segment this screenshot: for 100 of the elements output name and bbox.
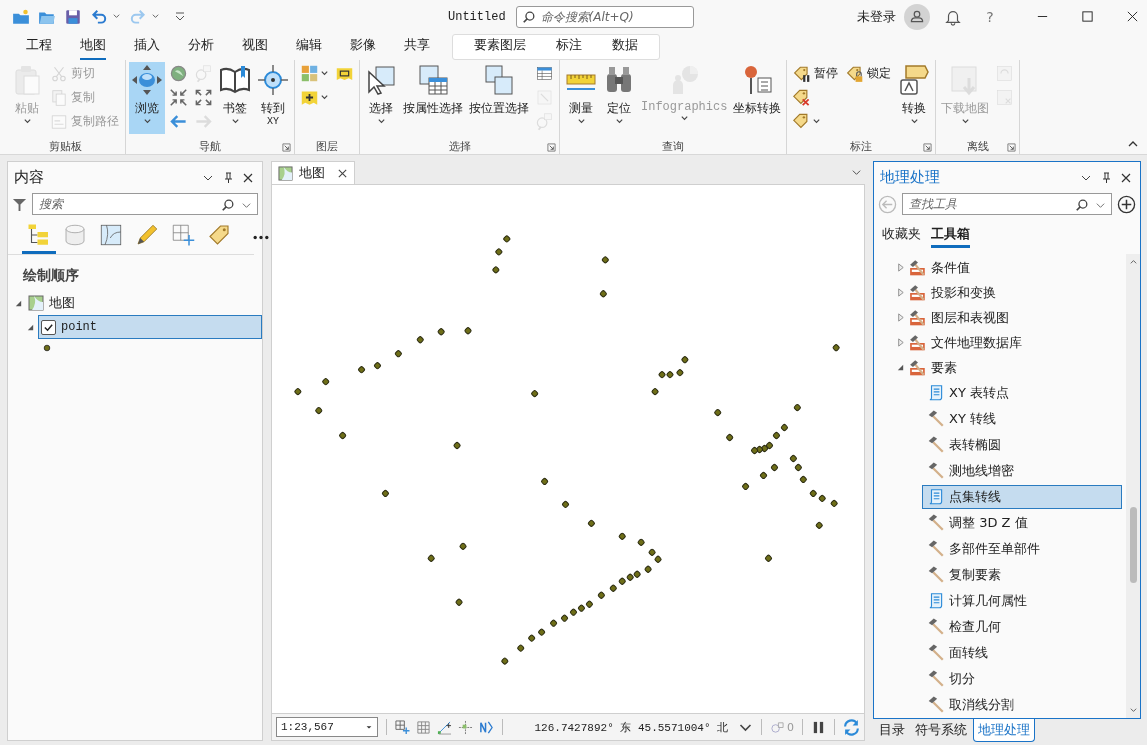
close-icon[interactable] (242, 171, 254, 184)
tool-row[interactable]: 调整 3D Z 值 (922, 511, 1122, 535)
toolset-label[interactable]: 图层和表视图 (931, 308, 1009, 327)
tool-row[interactable]: XY 转线 (922, 407, 1122, 431)
dock-tab[interactable]: 符号系统 (911, 719, 971, 741)
command-search-field[interactable]: 命令搜索(Alt+Q) (515, 5, 694, 28)
layer-row[interactable]: point (38, 315, 262, 339)
tool-row[interactable]: 复制要素 (922, 563, 1122, 587)
tool-row[interactable]: 点集转线 (922, 485, 1122, 509)
ribbon-button[interactable]: 转换 (896, 62, 933, 134)
ribbon-tab[interactable]: 编辑 (296, 32, 322, 61)
pause-icon[interactable] (811, 719, 826, 735)
pin-icon[interactable] (222, 171, 234, 184)
back-icon (169, 112, 188, 131)
customize-icon[interactable] (174, 10, 186, 23)
tool-row[interactable]: 表转椭圆 (922, 433, 1122, 457)
map-tab[interactable]: 地图 (271, 161, 355, 184)
search-field[interactable]: 查找工具 (902, 193, 1112, 215)
tool-row[interactable]: 测地线增密 (922, 459, 1122, 483)
undo-icon[interactable] (90, 7, 108, 26)
pane-tab[interactable]: 工具箱 (931, 225, 970, 248)
ribbon-button[interactable]: 按位置选择 (467, 62, 531, 134)
scroll-down-icon[interactable] (1128, 706, 1138, 715)
close-icon[interactable] (1126, 10, 1139, 23)
ribbon-tab[interactable]: 要素图层 (474, 33, 526, 60)
scroll-thumb[interactable] (1129, 507, 1137, 583)
ribbon-small-button[interactable]: 暂停 (790, 62, 842, 85)
ribbon-button[interactable]: 浏览 (129, 62, 165, 134)
expander-icon[interactable] (26, 322, 35, 332)
search-icon[interactable] (1075, 198, 1089, 212)
grid-add-icon[interactable] (394, 719, 410, 735)
grid-icon[interactable] (415, 719, 431, 735)
ribbon-tab[interactable]: 工程 (26, 32, 52, 61)
tool-row[interactable]: 切分 (922, 667, 1122, 691)
scroll-up-icon[interactable] (1128, 257, 1138, 266)
snapping-icon[interactable] (436, 719, 452, 735)
expander-icon[interactable] (896, 363, 905, 372)
ribbon-button[interactable]: 选择 (363, 62, 399, 134)
ribbon-button[interactable]: 按属性选择 (401, 62, 465, 134)
ribbon-tab[interactable]: 数据 (612, 33, 638, 60)
tool-row[interactable]: XY 表转点 (922, 381, 1122, 405)
maximize-icon[interactable] (1081, 10, 1094, 23)
dialog-launcher-icon[interactable] (1007, 143, 1017, 152)
north-arrow-icon[interactable] (478, 719, 494, 735)
close-icon[interactable] (337, 167, 348, 179)
guides-icon[interactable] (457, 719, 473, 735)
ribbon-button[interactable]: 书签 (217, 62, 253, 134)
search-icon[interactable] (221, 198, 235, 212)
ribbon-small-button[interactable]: 锁定 (843, 62, 895, 85)
pane-tab[interactable]: 收藏夹 (882, 225, 921, 248)
tool-row[interactable]: 多部件至单部件 (922, 537, 1122, 561)
dialog-launcher-icon[interactable] (282, 143, 291, 152)
map-icon (28, 295, 44, 311)
filter-icon[interactable] (12, 196, 27, 212)
more-options-icon[interactable] (252, 235, 270, 240)
expander-icon[interactable] (14, 298, 23, 308)
tool-row[interactable]: 检查几何 (922, 615, 1122, 639)
ribbon-button[interactable]: 定位 (601, 62, 637, 134)
toolset-label[interactable]: 条件值 (931, 258, 970, 277)
ribbon-button[interactable]: 转到 XY (255, 62, 291, 134)
ribbon-tab[interactable]: 插入 (134, 32, 160, 61)
ribbon-tab[interactable]: 标注 (556, 33, 582, 60)
ribbon-tab[interactable]: 影像 (350, 32, 376, 61)
dock-tab[interactable]: 地理处理 (973, 719, 1035, 742)
search-field[interactable]: 搜索 (32, 193, 258, 215)
expand-icon (194, 88, 213, 107)
ribbon-tab[interactable]: 共享 (404, 32, 430, 61)
toolset-label[interactable]: 文件地理数据库 (931, 333, 1022, 352)
scrollbar[interactable] (1126, 254, 1140, 718)
new-project-icon[interactable] (12, 7, 30, 26)
tree-label[interactable]: 地图 (49, 294, 75, 312)
group-label: 标注 (850, 138, 873, 154)
save-icon[interactable] (64, 7, 82, 26)
help-button[interactable]: ? (976, 8, 1004, 25)
tool-row[interactable]: 面转线 (922, 641, 1122, 665)
ribbon-button[interactable]: 测量 (563, 62, 599, 134)
add-icon[interactable] (1117, 194, 1136, 214)
tool-button[interactable] (167, 86, 190, 109)
scale-dropdown[interactable]: 1:23,567 (276, 717, 378, 737)
checkbox[interactable] (41, 319, 56, 335)
tool-row[interactable]: 取消线分割 (922, 693, 1122, 717)
toolset-label[interactable]: 投影和变换 (931, 283, 996, 302)
dock-tab[interactable]: 目录 (875, 719, 909, 741)
ribbon-tab[interactable]: 视图 (242, 32, 268, 61)
ribbon-button[interactable]: 坐标转换 (731, 62, 784, 134)
tool-row[interactable]: 计算几何属性 (922, 589, 1122, 613)
dialog-launcher-icon[interactable] (547, 143, 556, 152)
refresh-icon[interactable] (843, 718, 860, 736)
selection-count: 0 (787, 720, 795, 734)
dialog-launcher-icon[interactable] (923, 143, 933, 152)
caret-icon[interactable] (112, 12, 121, 21)
caret-icon[interactable] (151, 12, 160, 21)
pin-icon[interactable] (1100, 171, 1112, 184)
toolset-label[interactable]: 要素 (931, 358, 957, 377)
caret-icon[interactable] (851, 167, 862, 178)
sign-in-status[interactable]: 未登录 (857, 7, 896, 26)
close-icon[interactable] (1120, 171, 1132, 184)
hammer-icon (927, 540, 945, 558)
ribbon-tab[interactable]: 分析 (188, 32, 214, 61)
avatar-icon[interactable] (904, 3, 930, 30)
